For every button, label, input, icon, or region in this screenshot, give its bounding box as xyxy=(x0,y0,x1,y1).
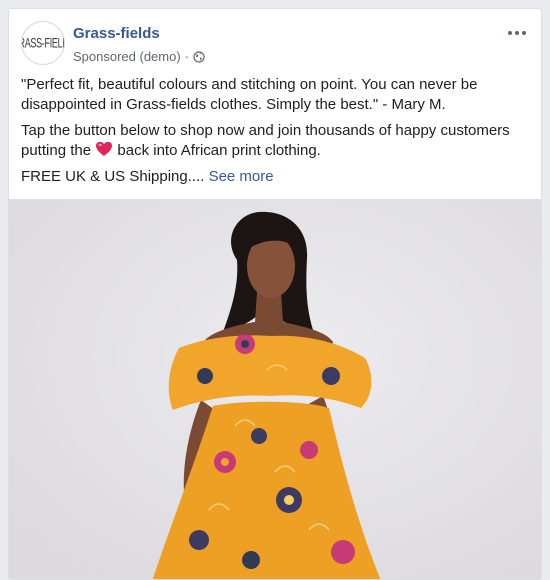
see-more-link[interactable]: See more xyxy=(209,168,274,185)
ad-product-image[interactable] xyxy=(9,199,541,579)
shipping-line: FREE UK & US Shipping.... See more xyxy=(21,167,531,187)
post-header: GRASS-FIELDS Grass-fields Sponsored (dem… xyxy=(21,21,529,69)
sponsored-post-card: GRASS-FIELDS Grass-fields Sponsored (dem… xyxy=(8,8,542,580)
avatar-logo-text: GRASS-FIELDS xyxy=(22,35,64,51)
meta-separator: · xyxy=(184,49,190,64)
page-avatar[interactable]: GRASS-FIELDS xyxy=(21,21,65,65)
post-meta: Sponsored (demo) · xyxy=(73,49,205,64)
testimonial-quote: "Perfect fit, beautiful colours and stit… xyxy=(21,76,478,113)
sponsored-label[interactable]: Sponsored (demo) xyxy=(73,49,181,64)
page-name-link[interactable]: Grass-fields xyxy=(73,25,160,42)
cta-text-part2: back into African print clothing. xyxy=(117,142,321,159)
model-in-dress-illustration xyxy=(9,200,541,579)
cta-paragraph: Tap the button below to shop now and joi… xyxy=(21,121,531,161)
globe-icon[interactable] xyxy=(193,50,205,63)
post-text: "Perfect fit, beautiful colours and stit… xyxy=(21,75,531,193)
more-options-icon[interactable] xyxy=(505,23,529,43)
red-heart-icon xyxy=(95,141,113,157)
shipping-text: FREE UK & US Shipping.... xyxy=(21,168,205,185)
